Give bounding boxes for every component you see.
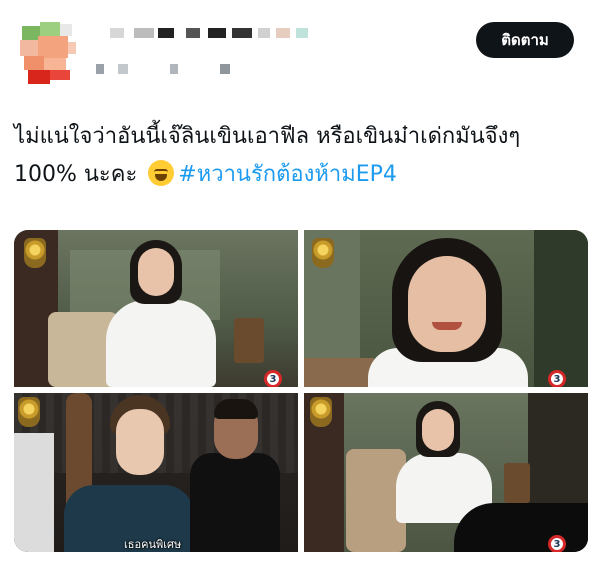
broadcaster-logo-icon: [24, 238, 46, 268]
media-image-4[interactable]: 3: [304, 393, 588, 552]
username-redacted[interactable]: [96, 64, 236, 76]
laughing-with-tears-icon: [148, 160, 175, 186]
media-image-3[interactable]: เธอคนพิเศษ: [14, 393, 298, 552]
tweet-text-line-1: ไม่แน่ใจว่าอันนี้เจ๊ลินเขินเอาฟีล หรือเข…: [14, 124, 521, 149]
channel-3-logo-icon: 3: [264, 370, 282, 387]
broadcaster-logo-icon: [18, 397, 40, 427]
display-name-redacted[interactable]: [100, 28, 320, 48]
subtitle-caption: เธอคนพิเศษ: [124, 538, 182, 551]
broadcaster-logo-icon: [312, 238, 334, 268]
hashtag-link[interactable]: #หวานรักต้องห้ามEP4: [178, 162, 397, 187]
tweet-text-line-2: 100% นะคะ #หวานรักต้องห้ามEP4: [14, 156, 590, 194]
tweet-header: ติดตาม: [0, 0, 600, 100]
channel-3-logo-icon: 3: [548, 535, 566, 552]
tweet-text-body: 100% นะคะ: [14, 162, 138, 187]
media-grid: 3 3 เธอคนพิเศษ 3: [14, 230, 588, 552]
media-image-2[interactable]: 3: [304, 230, 588, 387]
tweet-text: ไม่แน่ใจว่าอันนี้เจ๊ลินเขินเอาฟีล หรือเข…: [14, 118, 590, 194]
follow-button[interactable]: ติดตาม: [476, 22, 574, 58]
broadcaster-logo-icon: [310, 397, 332, 427]
avatar[interactable]: [14, 14, 78, 86]
channel-3-logo-icon: 3: [548, 370, 566, 387]
media-image-1[interactable]: 3: [14, 230, 298, 387]
